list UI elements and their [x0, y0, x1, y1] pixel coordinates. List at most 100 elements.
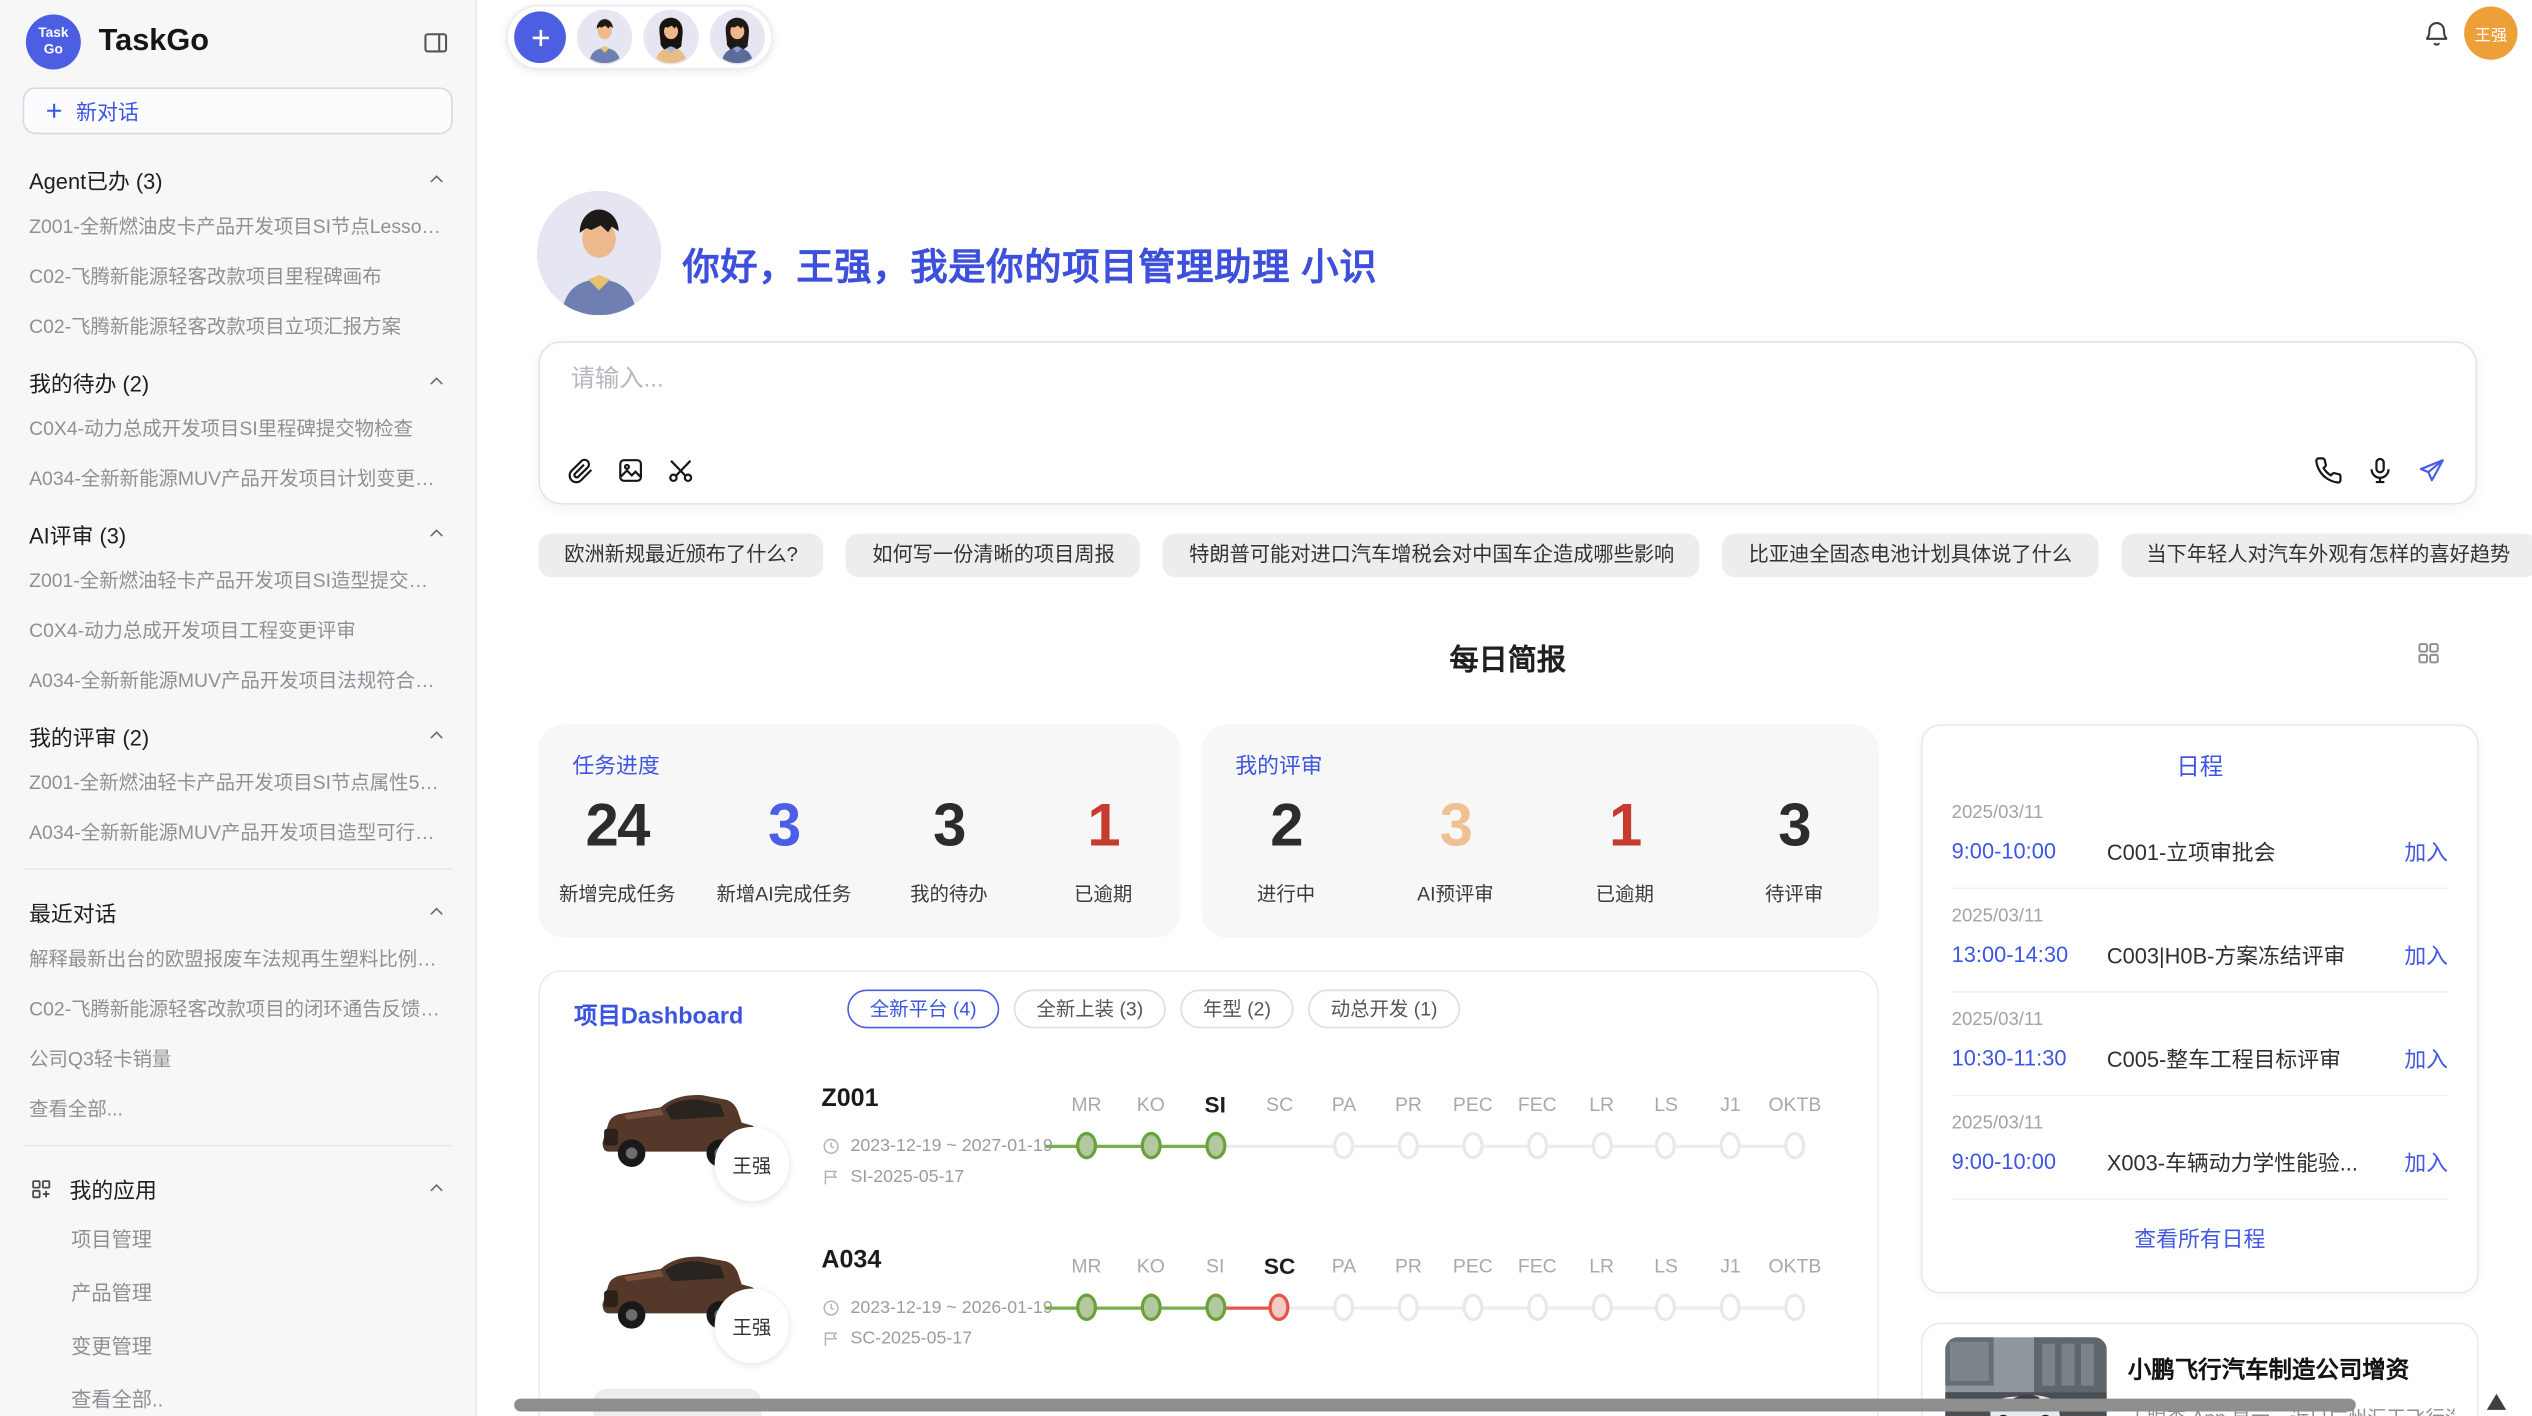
logo-line2: Go — [44, 42, 63, 58]
milestone-dot-todo — [1398, 1294, 1419, 1321]
milestone-dot-done — [1076, 1294, 1097, 1321]
dashboard-tab[interactable]: 年型 (2) — [1180, 990, 1293, 1029]
join-meeting-link[interactable]: 加入 — [2404, 834, 2448, 866]
user-avatar[interactable]: 王强 — [2464, 6, 2517, 59]
dashboard-tab[interactable]: 全新上装 (3) — [1014, 990, 1166, 1029]
attachment-icon[interactable] — [566, 456, 595, 485]
milestone-dot-todo — [1398, 1132, 1419, 1159]
project-date-range: 2023-12-19 ~ 2027-01-19 — [850, 1137, 1052, 1156]
sidebar-item[interactable]: Z001-全新燃油轻卡产品开发项目SI造型提交物评审 — [19, 555, 456, 605]
view-all-chats-link[interactable]: 查看全部... — [19, 1083, 456, 1133]
schedule-item: 2025/03/11 10:30-11:30C005-整车工程目标评审加入 — [1952, 993, 2448, 1096]
join-meeting-link[interactable]: 加入 — [2404, 1145, 2448, 1177]
milestone-dot-todo — [1656, 1294, 1677, 1321]
stat-value: 24 — [559, 796, 675, 856]
avatar-1[interactable] — [577, 10, 632, 65]
avatar-3[interactable] — [710, 10, 765, 65]
flag-icon — [821, 1167, 840, 1186]
project-flag-label: SI-2025-05-17 — [850, 1167, 964, 1186]
image-icon[interactable] — [616, 456, 645, 485]
milestone-line-done — [1044, 1306, 1215, 1309]
microphone-icon[interactable] — [2366, 456, 2395, 485]
input-tools-left — [566, 456, 695, 485]
schedule-row: 10:30-11:30C005-整车工程目标评审加入 — [1952, 1041, 2448, 1073]
view-all-schedule-link[interactable]: 查看所有日程 — [1922, 1200, 2477, 1253]
milestone-label: FEC — [1505, 1088, 1569, 1120]
milestone-line-done — [1044, 1145, 1215, 1148]
stat-card-title: 任务进度 — [572, 747, 659, 779]
chat-input[interactable] — [571, 365, 2026, 392]
stat: 1已逾期 — [1047, 796, 1160, 908]
stat: 1已逾期 — [1568, 796, 1681, 908]
suggestion-chip[interactable]: 特朗普可能对进口汽车增税会对中国车企造成哪些影响 — [1163, 534, 1700, 578]
suggestion-chip[interactable]: 当下年轻人对汽车外观有怎样的喜好趋势 — [2121, 534, 2532, 578]
stat: 3我的待办 — [892, 796, 1005, 908]
milestone-label: SI — [1183, 1250, 1247, 1282]
milestone-dot-todo — [1334, 1132, 1355, 1159]
sidebar-item[interactable]: C0X4-动力总成开发项目SI里程碑提交物检查 — [19, 403, 456, 453]
milestone-track: MRKOSISCPAPRPECFECLRLSJ1OKTB — [1054, 1250, 1827, 1326]
sidebar-section-header[interactable]: AI评审 (3) — [19, 503, 456, 555]
avatar-2[interactable] — [644, 10, 699, 65]
horizontal-scrollbar[interactable] — [514, 1399, 2356, 1412]
sidebar-item[interactable]: C02-飞腾新能源轻客改款项目里程碑画布 — [19, 251, 456, 301]
recent-chat-item[interactable]: C02-飞腾新能源轻客改款项目的闭环通告反馈情况 — [19, 983, 456, 1033]
milestone-dot-todo — [1462, 1294, 1483, 1321]
chevron-up-icon — [427, 1179, 446, 1198]
stat: 3待评审 — [1738, 796, 1851, 908]
layout-grid-icon[interactable] — [2416, 640, 2442, 666]
suggestion-chip[interactable]: 如何写一份清晰的项目周报 — [846, 534, 1140, 578]
flag-icon — [821, 1329, 840, 1348]
milestone-dot-done — [1205, 1132, 1226, 1159]
dashboard-tab[interactable]: 全新平台 (4) — [847, 990, 999, 1029]
app-link[interactable]: 变更管理 — [19, 1318, 456, 1371]
sidebar-section-recent[interactable]: 最近对话 — [19, 881, 456, 933]
project-owner-badge: 王强 — [715, 1127, 789, 1201]
sidebar-section-apps[interactable]: 我的应用 — [19, 1158, 456, 1211]
milestone-dots — [1054, 1290, 1827, 1326]
sidebar-section-header[interactable]: 我的待办 (2) — [19, 351, 456, 403]
sidebar-item[interactable]: C02-飞腾新能源轻客改款项目立项汇报方案 — [19, 301, 456, 351]
sidebar-item[interactable]: A034-全新新能源MUV产品开发项目造型可行性评审 — [19, 807, 456, 857]
scissors-icon[interactable] — [666, 456, 695, 485]
notifications-bell-icon[interactable] — [2422, 19, 2451, 48]
greeting-text: 你好，王强，我是你的项目管理助理 小识 — [682, 236, 1377, 291]
sidebar-item[interactable]: A034-全新新能源MUV产品开发项目计划变更表编写 — [19, 453, 456, 503]
app-link[interactable]: 项目管理 — [19, 1211, 456, 1264]
milestone-dot-todo — [1656, 1132, 1677, 1159]
milestone-labels: MRKOSISCPAPRPECFECLRLSJ1OKTB — [1054, 1088, 1827, 1120]
add-collaborator-button[interactable] — [514, 11, 566, 63]
sidebar-section-header[interactable]: 我的评审 (2) — [19, 705, 456, 757]
suggestion-chip[interactable]: 比亚迪全固态电池计划具体说了什么 — [1723, 534, 2098, 578]
dashboard-tab[interactable]: 动总开发 (1) — [1308, 990, 1460, 1029]
milestone-label: PR — [1376, 1088, 1440, 1120]
schedule-date: 2025/03/11 — [1952, 993, 2448, 1030]
app-link[interactable]: 查看全部.. — [19, 1371, 456, 1416]
sidebar-section-header[interactable]: Agent已办 (3) — [19, 149, 456, 201]
collapse-sidebar-icon[interactable] — [422, 28, 449, 55]
stat-value: 3 — [1738, 796, 1851, 856]
milestone-label: PA — [1312, 1250, 1376, 1282]
recent-chat-item[interactable]: 公司Q3轻卡销量 — [19, 1033, 456, 1083]
divider — [23, 1145, 453, 1147]
project-flag-label: SC-2025-05-17 — [850, 1329, 972, 1348]
phone-call-icon[interactable] — [2314, 456, 2343, 485]
sidebar-item[interactable]: Z001-全新燃油轻卡产品开发项目SI节点属性5D文件评审 — [19, 757, 456, 807]
collaborators-pill — [506, 5, 773, 70]
milestone-label: SC — [1247, 1088, 1311, 1120]
join-meeting-link[interactable]: 加入 — [2404, 938, 2448, 970]
scroll-corner-handle[interactable] — [2487, 1394, 2506, 1410]
dashboard-title: 项目Dashboard — [574, 998, 743, 1032]
stat-label: 新增完成任务 — [559, 880, 675, 907]
stat-label: 我的待办 — [892, 880, 1005, 907]
new-chat-button[interactable]: 新对话 — [23, 87, 453, 134]
sidebar-item[interactable]: A034-全新新能源MUV产品开发项目法规符合性评审 — [19, 655, 456, 705]
join-meeting-link[interactable]: 加入 — [2404, 1041, 2448, 1073]
sidebar-item[interactable]: Z001-全新燃油皮卡产品开发项目SI节点Lesson Learn报告 — [19, 200, 456, 250]
send-icon[interactable] — [2417, 456, 2446, 485]
milestone-label: J1 — [1698, 1088, 1762, 1120]
sidebar-item[interactable]: C0X4-动力总成开发项目工程变更评审 — [19, 605, 456, 655]
app-link[interactable]: 产品管理 — [19, 1264, 456, 1317]
recent-chat-item[interactable]: 解释最新出台的欧盟报废车法规再生塑料比例被调至15%... — [19, 933, 456, 983]
suggestion-chip[interactable]: 欧洲新规最近颁布了什么? — [538, 534, 823, 578]
